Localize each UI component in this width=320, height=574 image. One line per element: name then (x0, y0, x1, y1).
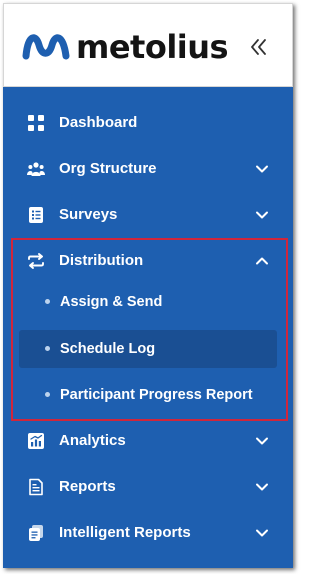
sidebar-item-org-structure[interactable]: Org Structure (3, 149, 293, 189)
submenu-item-schedule-log[interactable]: Schedule Log (19, 330, 277, 368)
bullet-dot-icon (45, 299, 50, 304)
stacked-reports-icon (29, 525, 43, 541)
sidebar-item-label: Reports (59, 478, 116, 495)
brand-name: metolius (76, 28, 229, 66)
wave-logo-icon (22, 34, 70, 60)
double-chevron-left-icon (251, 39, 266, 55)
chevron-down-icon (256, 529, 268, 537)
sidebar-item-dashboard[interactable]: Dashboard (3, 103, 293, 143)
sidebar-item-analytics[interactable]: Analytics (3, 421, 293, 461)
sidebar-item-intelligent-reports[interactable]: Intelligent Reports (3, 513, 293, 553)
sidebar-item-label: Analytics (59, 432, 126, 449)
bullet-dot-icon (45, 346, 50, 351)
sidebar-item-label: Dashboard (59, 114, 138, 131)
sidebar-item-label: Org Structure (59, 160, 157, 177)
sidebar-item-reports[interactable]: Reports (3, 467, 293, 507)
submenu-item-assign-send[interactable]: Assign & Send (19, 283, 277, 321)
sidebar-header: metolius (3, 3, 293, 87)
submenu-item-participant-progress-report[interactable]: Participant Progress Report (19, 376, 277, 414)
survey-list-icon (29, 207, 43, 223)
submenu-item-label: Participant Progress Report (60, 387, 253, 403)
analytics-chart-icon (28, 433, 44, 449)
chevron-down-icon (256, 211, 268, 219)
sidebar-item-label: Surveys (59, 206, 118, 223)
sidebar-item-label: Distribution (59, 252, 144, 269)
submenu-item-label: Assign & Send (60, 294, 163, 310)
grid-icon (28, 115, 44, 131)
report-document-icon (29, 478, 43, 496)
chevron-down-icon (256, 165, 268, 173)
swap-arrows-icon (28, 253, 44, 269)
sidebar-item-label: Intelligent Reports (59, 524, 191, 541)
sidebar-item-surveys[interactable]: Surveys (3, 195, 293, 235)
collapse-sidebar-button[interactable] (247, 35, 271, 59)
people-icon (27, 162, 45, 176)
chevron-up-icon (256, 257, 268, 265)
sidebar-item-distribution[interactable]: Distribution (3, 241, 293, 281)
chevron-down-icon (256, 437, 268, 445)
sidebar: metolius Dashboard Org Structure Surveys… (3, 3, 293, 568)
submenu-item-label: Schedule Log (60, 341, 156, 357)
bullet-dot-icon (45, 392, 50, 397)
chevron-down-icon (256, 483, 268, 491)
